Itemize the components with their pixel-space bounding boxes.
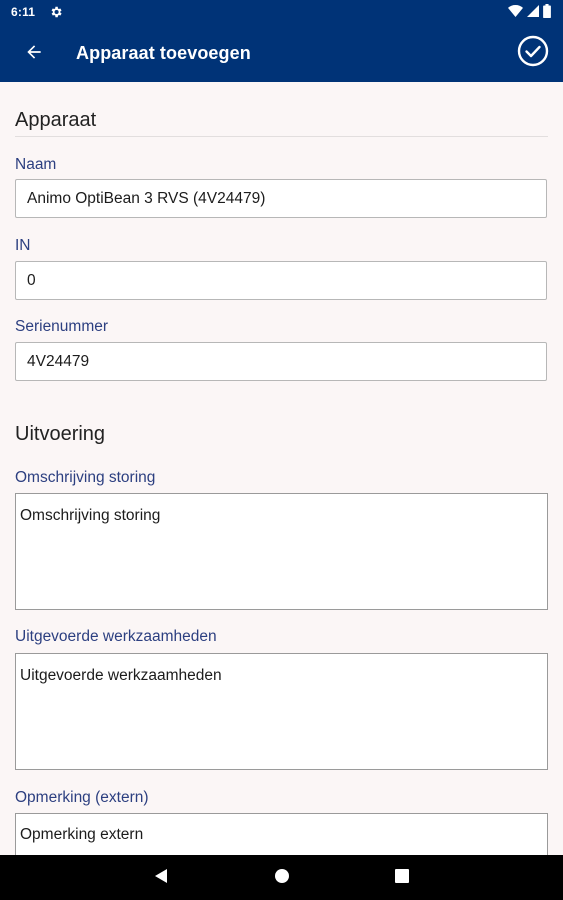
fault-description-placeholder: Omschrijving storing: [20, 507, 161, 524]
nav-recents-icon: [395, 868, 409, 888]
status-time: 6:11: [11, 5, 36, 19]
in-value: 0: [27, 272, 36, 289]
section-title-execution: Uitvoering: [15, 423, 106, 445]
name-value: Animo OptiBean 3 RVS (4V24479): [27, 190, 266, 207]
name-field[interactable]: Animo OptiBean 3 RVS (4V24479): [15, 179, 547, 218]
serial-label: Serienummer: [15, 318, 109, 335]
app-bar: Apparaat toevoegen: [0, 26, 563, 82]
serial-number-field[interactable]: 4V24479: [15, 342, 547, 381]
nav-recents-button[interactable]: [390, 866, 414, 890]
check-circle-icon: [517, 35, 549, 72]
status-indicators: [508, 3, 551, 23]
page-title: Apparaat toevoegen: [76, 43, 251, 63]
form-content[interactable]: Apparaat Naam Animo OptiBean 3 RVS (4V24…: [0, 82, 563, 855]
cellular-signal-icon: [527, 4, 539, 22]
section-divider: [15, 136, 548, 137]
arrow-back-icon: [24, 42, 44, 67]
work-performed-placeholder: Uitgevoerde werkzaamheden: [20, 667, 222, 684]
nav-home-icon: [274, 868, 290, 889]
fault-description-field[interactable]: Omschrijving storing: [15, 493, 548, 610]
section-title-device: Apparaat: [15, 109, 97, 131]
remark-external-field[interactable]: Opmerking extern: [15, 813, 548, 855]
in-label: IN: [15, 237, 31, 254]
nav-home-button[interactable]: [270, 866, 294, 890]
remark-external-placeholder: Opmerking extern: [20, 826, 144, 843]
wifi-icon: [508, 4, 523, 22]
system-nav-bar: [0, 855, 563, 900]
battery-icon: [543, 3, 551, 23]
fault-description-label: Omschrijving storing: [15, 469, 156, 486]
remark-external-label: Opmerking (extern): [15, 789, 149, 806]
status-bar: 6:11: [0, 0, 563, 26]
nav-back-button[interactable]: [149, 866, 173, 890]
in-field[interactable]: 0: [15, 261, 547, 300]
gear-icon: [49, 5, 63, 19]
work-performed-label: Uitgevoerde werkzaamheden: [15, 628, 217, 645]
work-performed-field[interactable]: Uitgevoerde werkzaamheden: [15, 653, 548, 770]
save-button[interactable]: [516, 35, 550, 72]
name-label: Naam: [15, 156, 57, 173]
serial-value: 4V24479: [27, 353, 90, 370]
nav-back-icon: [154, 868, 168, 889]
back-button[interactable]: [16, 36, 52, 72]
